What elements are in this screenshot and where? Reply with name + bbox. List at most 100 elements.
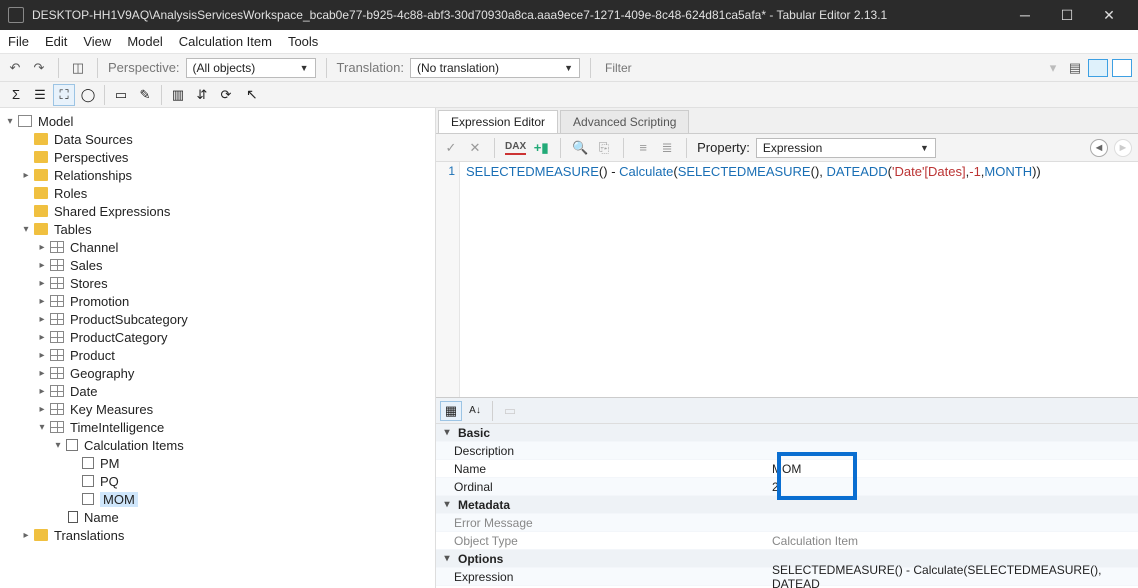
- view-mode-1[interactable]: [1088, 59, 1108, 77]
- separator: [686, 138, 687, 158]
- list-icon[interactable]: ☰: [29, 84, 51, 106]
- filter-input[interactable]: [601, 59, 1038, 77]
- chevron-down-icon: ▼: [920, 143, 929, 153]
- chevron-down-icon: ▼: [564, 63, 573, 73]
- hierarchy-icon[interactable]: ⛶: [53, 84, 75, 106]
- prop-expression: Expression: [436, 570, 766, 584]
- prop-name-value[interactable]: MOM: [766, 462, 1138, 476]
- property-label: Property:: [697, 140, 750, 155]
- right-pane: Expression Editor Advanced Scripting ✓ ✕…: [436, 108, 1138, 588]
- tree-roles[interactable]: Roles: [54, 186, 87, 201]
- prop-objtype-value: Calculation Item: [766, 534, 1138, 548]
- tree-prodsub[interactable]: ProductSubcategory: [70, 312, 188, 327]
- search-icon[interactable]: 🔍: [571, 139, 589, 157]
- view-mode-2[interactable]: [1112, 59, 1132, 77]
- redo-icon[interactable]: ↷: [30, 59, 48, 77]
- nav-forward-icon[interactable]: ►: [1114, 139, 1132, 157]
- tree-perspectives[interactable]: Perspectives: [54, 150, 128, 165]
- prop-cat-options[interactable]: Options: [454, 552, 784, 566]
- table-icon: [50, 385, 64, 397]
- tree-keymeasures[interactable]: Key Measures: [70, 402, 153, 417]
- refresh-icon[interactable]: ⟳: [215, 84, 237, 106]
- tree-pq[interactable]: PQ: [100, 474, 119, 489]
- prop-ordinal-value[interactable]: 2: [766, 480, 1138, 494]
- folder-icon[interactable]: ▭: [110, 84, 132, 106]
- tree-product[interactable]: Product: [70, 348, 115, 363]
- perspective-label: Perspective:: [108, 60, 180, 75]
- model-tree[interactable]: ▾Model Data Sources Perspectives ▸Relati…: [0, 108, 436, 588]
- dax-format-icon[interactable]: DAX: [505, 141, 526, 155]
- tree-promotion[interactable]: Promotion: [70, 294, 129, 309]
- app-icon: [8, 7, 24, 23]
- categorized-icon[interactable]: ▦: [440, 401, 462, 421]
- separator: [161, 85, 162, 105]
- tree-pm[interactable]: PM: [100, 456, 120, 471]
- translation-combo[interactable]: (No translation) ▼: [410, 58, 580, 78]
- add-icon[interactable]: +▮: [532, 139, 550, 157]
- sigma-icon[interactable]: Σ: [5, 84, 27, 106]
- tree-name-column[interactable]: Name: [84, 510, 119, 525]
- expression-editor[interactable]: 1 SELECTEDMEASURE() - Calculate(SELECTED…: [436, 162, 1138, 398]
- close-button[interactable]: ✕: [1088, 0, 1130, 30]
- columns-icon[interactable]: ▥: [167, 84, 189, 106]
- calc-item-icon: [82, 457, 94, 469]
- tree-relationships[interactable]: Relationships: [54, 168, 132, 183]
- folder-icon: [34, 205, 48, 217]
- accept-icon[interactable]: ✓: [442, 139, 460, 157]
- perspective-combo[interactable]: (All objects) ▼: [186, 58, 316, 78]
- menu-model[interactable]: Model: [127, 34, 162, 49]
- property-pages-icon[interactable]: ▭: [499, 401, 521, 421]
- alphabetical-icon[interactable]: A↓: [464, 401, 486, 421]
- table-icon: [50, 349, 64, 361]
- prop-cat-metadata[interactable]: Metadata: [454, 498, 784, 512]
- tree-sales[interactable]: Sales: [70, 258, 103, 273]
- prop-cat-basic[interactable]: Basic: [454, 426, 784, 440]
- prop-errormsg: Error Message: [436, 516, 766, 530]
- replace-icon[interactable]: ⎘: [595, 139, 613, 157]
- menu-edit[interactable]: Edit: [45, 34, 67, 49]
- code-content[interactable]: SELECTEDMEASURE() - Calculate(SELECTEDME…: [460, 162, 1047, 397]
- property-value: Expression: [763, 141, 822, 155]
- cancel-icon[interactable]: ✕: [466, 139, 484, 157]
- maximize-button[interactable]: ☐: [1046, 0, 1088, 30]
- filter-funnel-icon[interactable]: ▾: [1044, 59, 1062, 77]
- table-icon: [50, 259, 64, 271]
- tree-tables[interactable]: Tables: [54, 222, 92, 237]
- tree-geography[interactable]: Geography: [70, 366, 134, 381]
- edit-icon[interactable]: ✎: [134, 84, 156, 106]
- cube-icon[interactable]: ◫: [69, 59, 87, 77]
- column-icon: [68, 511, 78, 523]
- folder-icon: [34, 223, 48, 235]
- tree-channel[interactable]: Channel: [70, 240, 118, 255]
- layout-icon[interactable]: ▤: [1066, 59, 1084, 77]
- undo-icon[interactable]: ↶: [6, 59, 24, 77]
- tree-translations[interactable]: Translations: [54, 528, 124, 543]
- nav-back-icon[interactable]: ◄: [1090, 139, 1108, 157]
- menu-view[interactable]: View: [83, 34, 111, 49]
- minimize-button[interactable]: ─: [1004, 0, 1046, 30]
- prop-expression-value[interactable]: SELECTEDMEASURE() - Calculate(SELECTEDME…: [766, 563, 1138, 588]
- sort-icon[interactable]: ⇵: [191, 84, 213, 106]
- separator: [560, 138, 561, 158]
- tab-expression-editor[interactable]: Expression Editor: [438, 110, 558, 133]
- tree-date[interactable]: Date: [70, 384, 97, 399]
- tree-timeintelligence[interactable]: TimeIntelligence: [70, 420, 164, 435]
- tree-stores[interactable]: Stores: [70, 276, 108, 291]
- tab-advanced-scripting[interactable]: Advanced Scripting: [560, 110, 689, 133]
- tree-prodcat[interactable]: ProductCategory: [70, 330, 168, 345]
- table-icon: [50, 295, 64, 307]
- tree-shared[interactable]: Shared Expressions: [54, 204, 170, 219]
- menu-file[interactable]: File: [8, 34, 29, 49]
- menu-calculation-item[interactable]: Calculation Item: [179, 34, 272, 49]
- calc-item-icon: [82, 493, 94, 505]
- property-combo[interactable]: Expression ▼: [756, 138, 936, 158]
- indent-icon[interactable]: ≡: [634, 139, 652, 157]
- tree-mom[interactable]: MOM: [100, 492, 138, 507]
- tree-calcitems[interactable]: Calculation Items: [84, 438, 184, 453]
- menu-tools[interactable]: Tools: [288, 34, 318, 49]
- tree-datasources[interactable]: Data Sources: [54, 132, 133, 147]
- property-grid[interactable]: ▾Basic Description NameMOM Ordinal2 ▾Met…: [436, 424, 1138, 588]
- tree-model[interactable]: Model: [38, 114, 73, 129]
- cloud-icon[interactable]: ◯: [77, 84, 99, 106]
- outdent-icon[interactable]: ≣: [658, 139, 676, 157]
